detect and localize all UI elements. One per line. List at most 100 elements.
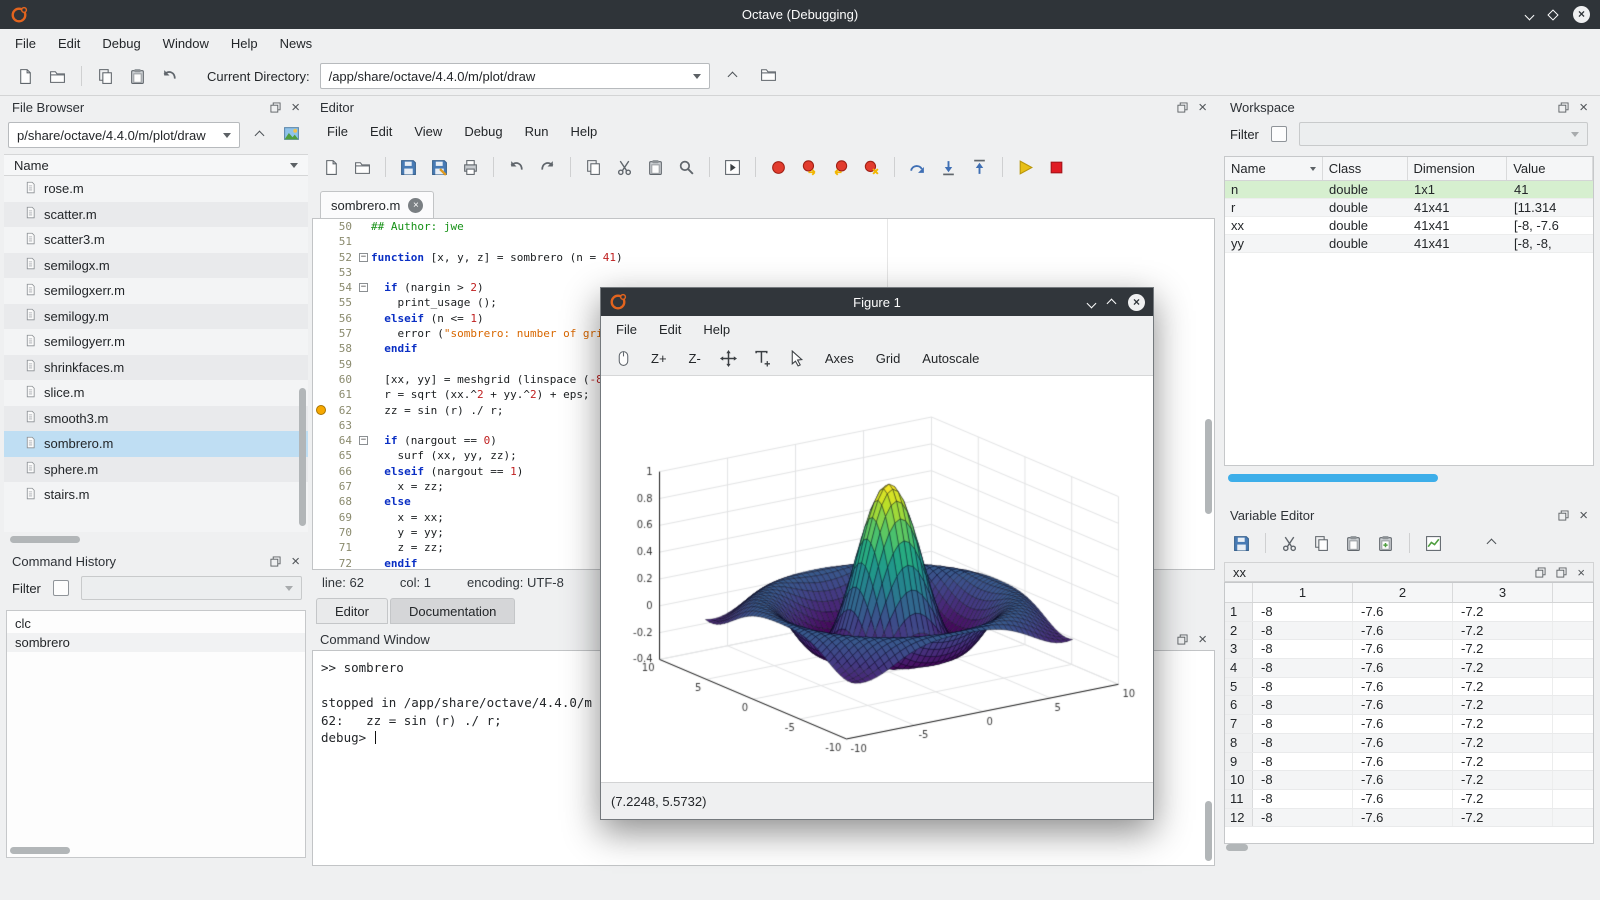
axes-button[interactable]: Axes — [819, 347, 860, 370]
variable-row-header[interactable]: 1 — [1225, 603, 1253, 621]
new-file-button[interactable] — [318, 154, 345, 181]
close-panel-icon[interactable]: × — [291, 100, 300, 115]
variable-cell[interactable]: -7.2 — [1453, 715, 1553, 733]
variable-cell[interactable]: -7.6 — [1353, 678, 1453, 696]
gutter-marker[interactable] — [313, 311, 329, 326]
copy-button[interactable] — [92, 63, 119, 90]
open-folder-button[interactable] — [44, 63, 71, 90]
file-row[interactable]: sphere.m — [4, 457, 308, 483]
gutter-marker[interactable] — [313, 418, 329, 433]
grid-button[interactable]: Grid — [870, 347, 907, 370]
gutter-marker[interactable] — [313, 219, 329, 234]
cut-button[interactable] — [1276, 530, 1303, 557]
workspace-row[interactable]: xxdouble41x41[-8, -7.6 — [1225, 217, 1593, 235]
close-panel-icon[interactable]: × — [1579, 100, 1588, 115]
workspace-column-header[interactable]: Value — [1507, 157, 1593, 180]
close-panel-icon[interactable]: × — [1579, 508, 1588, 523]
close-panel-icon[interactable]: × — [291, 554, 300, 569]
undock-icon[interactable] — [1558, 510, 1569, 521]
file-list-vscrollbar[interactable] — [299, 388, 306, 526]
gutter-marker[interactable] — [313, 525, 329, 540]
file-row[interactable]: sombrero.m — [4, 431, 308, 457]
variable-cell[interactable]: -8 — [1253, 753, 1353, 771]
undock-icon[interactable] — [1558, 102, 1569, 113]
file-row[interactable]: rose.m — [4, 176, 308, 202]
fold-margin[interactable] — [357, 341, 371, 356]
command-window-vscrollbar[interactable] — [1205, 801, 1212, 861]
variable-cell[interactable]: -7.2 — [1453, 678, 1553, 696]
file-browser-home-button[interactable] — [278, 122, 304, 148]
fold-margin[interactable] — [357, 525, 371, 540]
fold-margin[interactable] — [357, 295, 371, 310]
save-button[interactable] — [395, 154, 422, 181]
gutter-marker[interactable] — [313, 464, 329, 479]
variable-cell[interactable]: -7.6 — [1353, 603, 1453, 621]
autoscale-button[interactable]: Autoscale — [916, 347, 985, 370]
variable-cell[interactable]: -7.2 — [1453, 659, 1553, 677]
file-browser-path-combobox[interactable]: p/share/octave/4.4.0/m/plot/draw — [8, 122, 240, 148]
variable-column-header[interactable]: 1 — [1253, 583, 1353, 602]
maximize-variable-icon[interactable] — [1556, 567, 1567, 578]
workspace-row[interactable]: rdouble41x41[11.314 — [1225, 199, 1593, 217]
workspace-filter-combobox[interactable] — [1299, 122, 1588, 146]
fold-margin[interactable] — [357, 494, 371, 509]
fold-margin[interactable] — [357, 311, 371, 326]
variable-row-header[interactable]: 12 — [1225, 809, 1253, 827]
file-list-header[interactable]: Name — [4, 154, 308, 176]
variable-cell[interactable]: -7.6 — [1353, 771, 1453, 789]
find-button[interactable] — [673, 154, 700, 181]
variable-row-header[interactable]: 9 — [1225, 753, 1253, 771]
variable-cell[interactable]: -8 — [1253, 696, 1353, 714]
editor-menu-run[interactable]: Run — [514, 119, 560, 144]
close-panel-icon[interactable]: × — [1198, 100, 1207, 115]
variable-cell[interactable]: -7.2 — [1453, 640, 1553, 658]
fold-margin[interactable] — [357, 219, 371, 234]
undock-variable-icon[interactable] — [1535, 567, 1546, 578]
file-row[interactable]: smooth3.m — [4, 406, 308, 432]
step-in-button[interactable] — [935, 154, 962, 181]
variable-cell[interactable]: -8 — [1253, 603, 1353, 621]
fold-margin[interactable] — [357, 357, 371, 372]
undock-icon[interactable] — [270, 102, 281, 113]
fold-margin[interactable]: − — [357, 280, 371, 295]
editor-menu-file[interactable]: File — [316, 119, 359, 144]
stop-button[interactable] — [1043, 154, 1070, 181]
variable-cell[interactable]: -8 — [1253, 734, 1353, 752]
history-item[interactable]: clc — [7, 614, 305, 633]
step-over-button[interactable] — [904, 154, 931, 181]
paste-button[interactable] — [642, 154, 669, 181]
gutter-marker[interactable] — [313, 448, 329, 463]
gutter-marker[interactable] — [313, 357, 329, 372]
file-row[interactable]: semilogx.m — [4, 253, 308, 279]
zoom-in-tool[interactable]: Z+ — [645, 347, 673, 370]
gutter-marker[interactable] — [313, 403, 329, 418]
tab-editor[interactable]: Editor — [316, 598, 388, 624]
select-tool[interactable] — [785, 347, 809, 371]
editor-menu-view[interactable]: View — [403, 119, 453, 144]
fold-margin[interactable] — [357, 556, 371, 570]
bp-clear-button[interactable] — [858, 154, 885, 181]
variable-cell[interactable]: -7.6 — [1353, 696, 1453, 714]
fold-icon[interactable]: − — [359, 436, 368, 445]
figure-plot-canvas[interactable] — [601, 376, 1153, 782]
figure-menu-file[interactable]: File — [605, 317, 648, 342]
file-row[interactable]: stairs.m — [4, 482, 308, 508]
variable-cell[interactable]: -8 — [1253, 715, 1353, 733]
tab-close-icon[interactable]: × — [408, 198, 423, 213]
history-filter-checkbox[interactable] — [53, 580, 69, 596]
insert-text-tool[interactable] — [751, 347, 775, 371]
menu-edit[interactable]: Edit — [47, 31, 91, 56]
fold-margin[interactable] — [357, 448, 371, 463]
variable-cell[interactable]: -7.6 — [1353, 790, 1453, 808]
new-file-button[interactable] — [12, 63, 39, 90]
history-filter-combobox[interactable] — [81, 576, 302, 600]
undock-icon[interactable] — [270, 556, 281, 567]
workspace-row[interactable]: yydouble41x41[-8, -8, — [1225, 235, 1593, 253]
figure-window[interactable]: Figure 1 × FileEditHelp Z+Z-AxesGridAuto… — [600, 287, 1154, 820]
gutter-marker[interactable] — [313, 372, 329, 387]
save-button[interactable] — [1228, 530, 1255, 557]
plot-var-button[interactable] — [1420, 530, 1447, 557]
fold-margin[interactable] — [357, 265, 371, 280]
open-folder-button[interactable] — [349, 154, 376, 181]
fold-margin[interactable] — [357, 510, 371, 525]
